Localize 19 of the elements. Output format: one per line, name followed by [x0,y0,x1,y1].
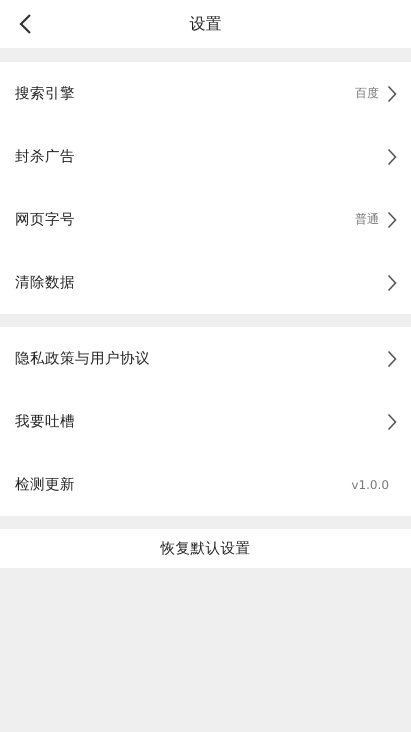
back-icon[interactable] [18,13,32,35]
reset-button[interactable]: 恢复默认设置 [0,529,411,568]
setting-label[interactable]: 检测更新 [15,475,352,494]
chevron-icon[interactable] [387,84,397,102]
chevron-icon[interactable] [387,148,397,166]
chevron-icon[interactable] [387,210,397,228]
chevron-icon[interactable] [387,350,397,368]
setting-label[interactable]: 隐私政策与用户协议 [15,349,387,368]
setting-label[interactable]: 网页字号 [15,210,355,229]
page-title: 设置 [190,14,222,34]
setting-label[interactable]: 封杀广告 [15,147,387,166]
setting-label[interactable]: 我要吐槽 [15,412,387,431]
chevron-icon[interactable] [387,412,397,430]
setting-label[interactable]: 搜索引擎 [15,84,355,103]
chevron-icon[interactable] [387,274,397,292]
setting-label[interactable]: 清除数据 [15,273,387,292]
setting-value: 百度 [355,85,379,102]
setting-value: 普通 [355,211,379,228]
setting-value: v1.0.0 [351,478,389,492]
